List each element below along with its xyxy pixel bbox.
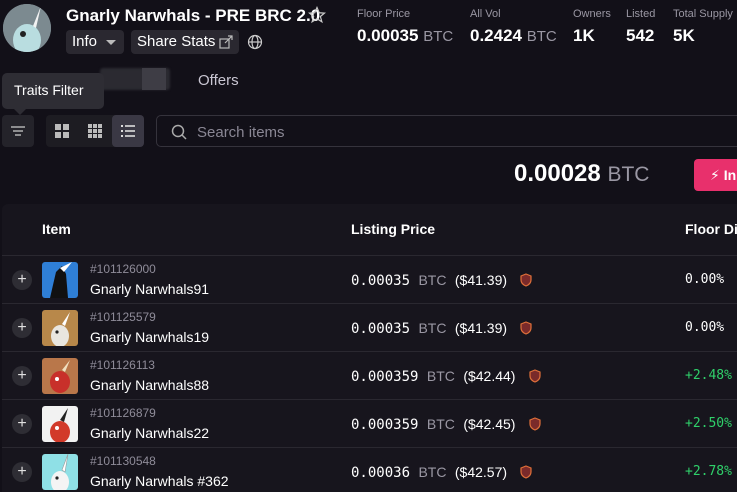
stat-total-supply: Total Supply 5K (673, 8, 733, 46)
item-thumbnail[interactable] (42, 454, 78, 490)
table-row[interactable]: + #101126113 Gnarly Narwhals88 0.000359 … (2, 352, 737, 400)
favorite-star-icon[interactable] (308, 6, 326, 24)
stat-all-vol: All Vol 0.2424 BTC (470, 8, 557, 46)
floor-diff: 0.00% (685, 272, 725, 287)
search-box (156, 115, 737, 147)
listings-table: Item Listing Price Floor Di + #101126000… (2, 204, 737, 492)
stat-label: Floor Price (357, 8, 411, 20)
item-name[interactable]: Gnarly Narwhals22 (90, 425, 209, 441)
floor-diff: +2.50% (685, 416, 732, 431)
verified-shield-icon (529, 417, 541, 431)
listing-price: 0.00036 BTC ($42.57) (351, 464, 533, 481)
item-thumbnail[interactable] (42, 262, 78, 298)
grid-large-view-button[interactable] (46, 115, 78, 147)
verified-shield-icon (520, 321, 533, 335)
column-header-floor-diff[interactable]: Floor Di (685, 221, 737, 237)
floor-diff: +2.48% (685, 368, 732, 383)
add-to-cart-button[interactable]: + (12, 318, 32, 338)
listing-price: 0.00035 BTC ($41.39) (351, 272, 533, 289)
stat-value: 5K (673, 26, 695, 45)
grid-3x3-icon (88, 124, 102, 138)
share-stats-label: Share Stats (137, 33, 216, 50)
stat-floor-price: Floor Price 0.00035 BTC (357, 8, 453, 46)
grid-small-view-button[interactable] (79, 115, 111, 147)
search-input[interactable] (197, 122, 597, 142)
chevron-down-icon (106, 40, 116, 45)
filter-icon (11, 126, 25, 136)
listing-price: 0.000359 BTC ($42.44) (351, 368, 542, 385)
share-stats-button[interactable]: Share Stats (131, 30, 239, 54)
item-thumbnail[interactable] (42, 358, 78, 394)
stat-label: Owners (573, 8, 611, 20)
stat-listed: Listed 542 (626, 8, 655, 46)
item-name[interactable]: Gnarly Narwhals #362 (90, 473, 229, 489)
stat-value: 1K (573, 26, 595, 45)
collection-header: Gnarly Narwhals - PRE BRC 2.0 Info Share… (0, 0, 737, 62)
floor-diff: 0.00% (685, 320, 725, 335)
table-row[interactable]: + #101126000 Gnarly Narwhals91 0.00035 B… (2, 256, 737, 304)
tab-bar: Offers (0, 66, 737, 96)
inscription-number: #101126879 (90, 406, 156, 420)
stat-label: Total Supply (673, 8, 733, 20)
column-header-item[interactable]: Item (42, 221, 71, 237)
stat-value: 0.00035 BTC (357, 26, 454, 45)
list-view-button[interactable] (112, 115, 144, 147)
inscription-number: #101126113 (90, 358, 155, 372)
globe-icon[interactable] (247, 34, 263, 50)
stat-owners: Owners 1K (573, 8, 611, 46)
add-to-cart-button[interactable]: + (12, 366, 32, 386)
info-label: Info (72, 33, 98, 50)
buy-button-label: In (723, 167, 737, 183)
list-icon (121, 125, 135, 137)
collection-title: Gnarly Narwhals - PRE BRC 2.0 (66, 6, 321, 25)
item-name[interactable]: Gnarly Narwhals91 (90, 281, 209, 297)
add-to-cart-button[interactable]: + (12, 270, 32, 290)
selected-total-price: 0.00028 BTC (514, 160, 650, 187)
table-row[interactable]: + #101130548 Gnarly Narwhals #362 0.0003… (2, 448, 737, 492)
traits-filter-tooltip: Traits Filter (2, 73, 104, 115)
lightning-icon: ⚡ (710, 167, 720, 183)
inscription-number: #101125579 (90, 310, 156, 324)
stat-label: Listed (626, 8, 656, 20)
inscription-number: #101130548 (90, 454, 156, 468)
table-row[interactable]: + #101125579 Gnarly Narwhals19 0.00035 B… (2, 304, 737, 352)
inscription-number: #101126000 (90, 262, 156, 276)
view-mode-toggle (46, 115, 144, 147)
verified-shield-icon (529, 369, 541, 383)
table-header: Item Listing Price Floor Di (2, 204, 737, 256)
verified-shield-icon (520, 465, 533, 479)
stat-value: 0.2424 BTC (470, 26, 557, 45)
search-icon (171, 124, 187, 140)
tab-offers[interactable]: Offers (198, 72, 239, 89)
collection-logo (3, 4, 51, 52)
add-to-cart-button[interactable]: + (12, 462, 32, 482)
stat-label: All Vol (470, 8, 501, 20)
listing-price: 0.00035 BTC ($41.39) (351, 320, 533, 337)
item-name[interactable]: Gnarly Narwhals88 (90, 377, 209, 393)
item-thumbnail[interactable] (42, 310, 78, 346)
instant-buy-button[interactable]: ⚡ In (694, 159, 737, 191)
item-name[interactable]: Gnarly Narwhals19 (90, 329, 209, 345)
listing-price: 0.000359 BTC ($42.45) (351, 416, 542, 433)
add-to-cart-button[interactable]: + (12, 414, 32, 434)
stat-value: 542 (626, 26, 655, 45)
item-thumbnail[interactable] (42, 406, 78, 442)
verified-shield-icon (520, 273, 533, 287)
share-icon (219, 35, 233, 49)
grid-2x2-icon (55, 124, 69, 138)
table-row[interactable]: + #101126879 Gnarly Narwhals22 0.000359 … (2, 400, 737, 448)
column-header-listing-price[interactable]: Listing Price (351, 221, 435, 237)
traits-filter-button[interactable] (2, 115, 34, 147)
tab-obscured-block (142, 68, 166, 90)
info-dropdown-button[interactable]: Info (66, 30, 124, 54)
floor-diff: +2.78% (685, 464, 732, 479)
